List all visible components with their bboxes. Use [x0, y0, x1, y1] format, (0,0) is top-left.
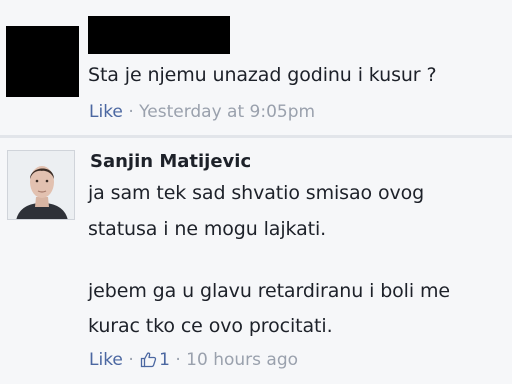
comment-2-text-line-5: kurac tko ce ovo procitati. [88, 315, 333, 337]
meta-separator: · [128, 102, 134, 122]
meta-separator: · [128, 350, 134, 370]
comment-1-text: Sta je njemu unazad godinu i kusur ? [88, 64, 437, 86]
like-count-link[interactable]: 1 [139, 350, 175, 370]
comment-2-text-line-1: ja sam tek sad shvatio smisao ovog [88, 182, 425, 204]
comment-2-text-line-2: statusa i ne mogu lajkati. [88, 218, 327, 240]
comment-2-text-line-4: jebem ga u glavu retardiranu i boli me [88, 280, 450, 302]
comment-2-like-link[interactable]: Like [89, 350, 123, 370]
meta-separator: · [175, 350, 181, 370]
comment-1-author-redacted [88, 16, 230, 54]
comment-2-meta: Like · 1 · 10 hours ago [89, 350, 298, 370]
comment-1-like-link[interactable]: Like [89, 102, 123, 122]
thumbs-up-icon [140, 352, 157, 368]
like-count: 1 [159, 350, 170, 370]
comment-2-avatar[interactable] [7, 150, 75, 220]
comment-1-meta: Like · Yesterday at 9:05pm [89, 102, 315, 122]
comment-2-author-name[interactable]: Sanjin Matijevic [90, 151, 251, 172]
comment-1-timestamp[interactable]: Yesterday at 9:05pm [139, 102, 315, 122]
comment-2-timestamp[interactable]: 10 hours ago [186, 350, 298, 370]
avatar-photo-icon [8, 151, 74, 219]
comment-2-background [0, 138, 512, 384]
comment-1-avatar-redacted[interactable] [6, 26, 79, 97]
